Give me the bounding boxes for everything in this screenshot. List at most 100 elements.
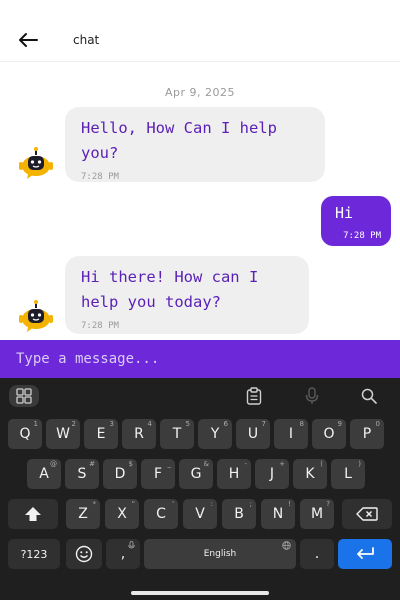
voice-input-button[interactable] — [297, 385, 327, 407]
backspace-key[interactable] — [342, 499, 392, 529]
key-l[interactable]: L) — [331, 459, 365, 489]
period-key[interactable]: . — [300, 539, 334, 569]
bot-message[interactable]: Hello, How Can I help you? 7:28 PM — [65, 107, 325, 182]
key-s[interactable]: S # — [65, 459, 99, 489]
user-message[interactable]: Hi 7:28 PM — [321, 196, 391, 246]
key-label: Z — [78, 506, 88, 522]
message-list[interactable]: Apr 9, 2025 Hello, How Can I help you? 7… — [0, 62, 400, 340]
key-y[interactable]: Y6 — [198, 419, 232, 449]
comma-key[interactable]: , — [106, 539, 140, 569]
key-c[interactable]: C ' — [144, 499, 178, 529]
key-label: L — [344, 466, 352, 482]
clipboard-icon — [246, 387, 262, 405]
space-key[interactable]: English — [144, 539, 296, 569]
keyboard-toolbar — [0, 378, 400, 414]
key-secondary-label: $ — [128, 460, 133, 468]
key-secondary-label: : — [210, 500, 213, 508]
key-secondary-label: 0 — [375, 420, 380, 428]
key-label: F — [153, 466, 163, 482]
key-secondary-label: ? — [326, 500, 330, 508]
message-text: Hi — [335, 204, 354, 222]
key-h[interactable]: H- — [217, 459, 251, 489]
symbols-key[interactable]: ?123 — [8, 539, 60, 569]
key-secondary-label: ) — [358, 460, 361, 468]
key-secondary-label: ( — [320, 460, 323, 468]
enter-arrow-icon — [357, 547, 374, 559]
key-label: N — [272, 506, 284, 522]
page-title: chat — [73, 33, 100, 47]
message-composer — [0, 340, 400, 378]
key-k[interactable]: K( — [293, 459, 327, 489]
key-t[interactable]: T5 — [160, 419, 194, 449]
key-a[interactable]: A @ — [27, 459, 61, 489]
key-secondary-label: * — [92, 500, 97, 508]
key-label: O — [323, 426, 335, 442]
comma-label: , — [120, 546, 126, 562]
backspace-icon — [356, 507, 378, 521]
key-d[interactable]: D $ — [103, 459, 137, 489]
key-label: X — [117, 506, 127, 522]
emoji-key[interactable] — [66, 539, 102, 569]
key-secondary-label: 8 — [299, 420, 304, 428]
key-j[interactable]: J + — [255, 459, 289, 489]
key-label: U — [247, 426, 259, 442]
key-label: W — [56, 426, 70, 442]
key-z[interactable]: Z * — [66, 499, 100, 529]
key-label: K — [305, 466, 315, 482]
key-label: G — [190, 466, 202, 482]
key-secondary-label: # — [89, 460, 95, 468]
space-label: English — [203, 549, 237, 559]
key-secondary-label: 5 — [185, 420, 190, 428]
grid-icon — [16, 388, 32, 404]
shift-key[interactable] — [8, 499, 58, 529]
key-x[interactable]: X " — [105, 499, 139, 529]
key-i[interactable]: I8 — [274, 419, 308, 449]
key-label: B — [234, 506, 244, 522]
bot-message[interactable]: Hi there! How can I help you today? 7:28… — [65, 256, 309, 334]
message-time: 7:28 PM — [343, 231, 381, 241]
key-w[interactable]: W2 — [46, 419, 80, 449]
key-label: R — [134, 426, 144, 442]
soft-keyboard: Q1W2E3R4T5Y6U7I8O9P0 A @ S # D $ F _ G & H - J + K(L) … — [0, 378, 400, 600]
key-v[interactable]: V: — [183, 499, 217, 529]
key-e[interactable]: E3 — [84, 419, 118, 449]
key-secondary-label: _ — [167, 460, 172, 468]
key-label: Q — [19, 426, 31, 442]
back-button[interactable] — [14, 26, 42, 54]
search-icon — [361, 388, 377, 404]
key-m[interactable]: M? — [300, 499, 334, 529]
key-label: E — [96, 426, 106, 442]
key-secondary-label: 6 — [223, 420, 228, 428]
enter-key[interactable] — [338, 539, 392, 569]
microphone-icon — [128, 541, 135, 549]
bot-avatar-icon — [19, 147, 53, 179]
key-u[interactable]: U7 — [236, 419, 270, 449]
microphone-icon — [305, 387, 319, 404]
key-b[interactable]: B; — [222, 499, 256, 529]
clipboard-button[interactable] — [239, 385, 269, 407]
key-n[interactable]: N! — [261, 499, 295, 529]
apps-grid-button[interactable] — [9, 385, 39, 407]
key-label: V — [195, 506, 205, 522]
message-input[interactable] — [0, 340, 400, 378]
arrow-left-icon — [19, 33, 38, 47]
key-label: Y — [210, 426, 220, 442]
period-label: . — [314, 546, 320, 562]
message-text: Hi there! How can I help you today? — [81, 268, 259, 311]
key-label: J — [269, 466, 275, 482]
key-g[interactable]: G & — [179, 459, 213, 489]
key-label: S — [77, 466, 87, 482]
key-secondary-label: 4 — [147, 420, 152, 428]
key-label: P — [362, 426, 372, 442]
key-q[interactable]: Q1 — [8, 419, 42, 449]
keyboard-search-button[interactable] — [354, 385, 384, 407]
key-label: D — [114, 466, 126, 482]
key-r[interactable]: R4 — [122, 419, 156, 449]
key-f[interactable]: F _ — [141, 459, 175, 489]
key-p[interactable]: P0 — [350, 419, 384, 449]
key-secondary-label: 1 — [33, 420, 38, 428]
date-separator: Apr 9, 2025 — [164, 86, 235, 99]
key-secondary-label: 2 — [71, 420, 76, 428]
key-o[interactable]: O9 — [312, 419, 346, 449]
key-secondary-label: @ — [50, 460, 57, 468]
